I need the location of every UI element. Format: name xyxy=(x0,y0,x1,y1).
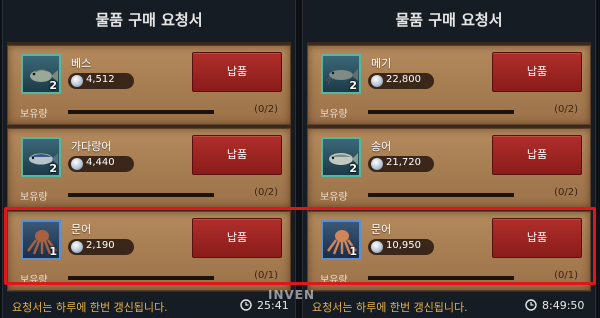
highlight-box xyxy=(4,207,596,285)
silver-coin-icon xyxy=(371,158,383,170)
item-name: 베스 xyxy=(71,57,92,70)
price-display: 4,440 xyxy=(68,156,134,172)
item-count: 2 xyxy=(49,162,57,175)
deliver-button[interactable]: 납품 xyxy=(492,52,582,92)
deliver-button[interactable]: 납품 xyxy=(192,135,282,175)
silver-coin-icon xyxy=(71,75,83,87)
trout-icon[interactable]: 2 xyxy=(321,137,361,177)
stock-label: 보유량 xyxy=(320,192,348,203)
price-value: 22,800 xyxy=(386,74,421,85)
price-display: 22,800 xyxy=(368,73,434,89)
stock-count: (0/2) xyxy=(554,187,578,198)
panel-title: 물품 구매 요청서 xyxy=(95,11,203,29)
stock-progress-bar xyxy=(368,193,514,197)
stock-count: (0/2) xyxy=(254,187,278,198)
stock-label: 보유량 xyxy=(20,192,48,203)
stock-progress-bar xyxy=(68,193,214,197)
item-count: 2 xyxy=(49,79,57,92)
stock-progress-bar xyxy=(68,110,214,114)
refresh-notice: 요청서는 하루에 한번 갱신됩니다. xyxy=(12,301,168,314)
request-card-trout: 2 송어 21,720 납품 보유량 (0/2) xyxy=(307,128,591,208)
item-count: 2 xyxy=(349,162,357,175)
deliver-button[interactable]: 납품 xyxy=(192,52,282,92)
request-card-skipjack: 2 가다랑어 4,440 납품 보유량 (0/2) xyxy=(7,128,291,208)
price-display: 4,512 xyxy=(68,73,134,89)
silver-coin-icon xyxy=(371,75,383,87)
clock-icon xyxy=(525,299,537,311)
panel-footer: 요청서는 하루에 한번 갱신됩니다. 8:49:50 xyxy=(303,292,595,318)
request-card-bass: 2 베스 4,512 납품 보유량 (0/2) xyxy=(7,45,291,125)
item-count: 2 xyxy=(349,79,357,92)
item-name: 송어 xyxy=(371,140,392,153)
refresh-timer: 8:49:50 xyxy=(542,299,585,312)
skipjack-tuna-icon[interactable]: 2 xyxy=(21,137,61,177)
stock-label: 보유량 xyxy=(320,109,348,120)
item-name: 가다랑어 xyxy=(71,140,112,153)
request-card-catfish: 2 메기 22,800 납품 보유량 (0/2) xyxy=(307,45,591,125)
watermark: INVEN xyxy=(268,288,316,302)
deliver-button[interactable]: 납품 xyxy=(492,135,582,175)
stock-progress-bar xyxy=(368,110,514,114)
stock-count: (0/2) xyxy=(254,104,278,115)
catfish-icon[interactable]: 2 xyxy=(321,54,361,94)
refresh-notice: 요청서는 하루에 한번 갱신됩니다. xyxy=(312,301,468,314)
price-display: 21,720 xyxy=(368,156,434,172)
panel-footer: 요청서는 하루에 한번 갱신됩니다. 25:41 xyxy=(3,292,295,318)
bass-fish-icon[interactable]: 2 xyxy=(21,54,61,94)
price-value: 4,440 xyxy=(86,157,115,168)
item-name: 메기 xyxy=(371,57,392,70)
stock-count: (0/2) xyxy=(554,104,578,115)
clock-icon xyxy=(240,299,252,311)
silver-coin-icon xyxy=(71,158,83,170)
stock-label: 보유량 xyxy=(20,109,48,120)
panel-title: 물품 구매 요청서 xyxy=(395,11,503,29)
price-value: 21,720 xyxy=(386,157,421,168)
price-value: 4,512 xyxy=(86,74,115,85)
